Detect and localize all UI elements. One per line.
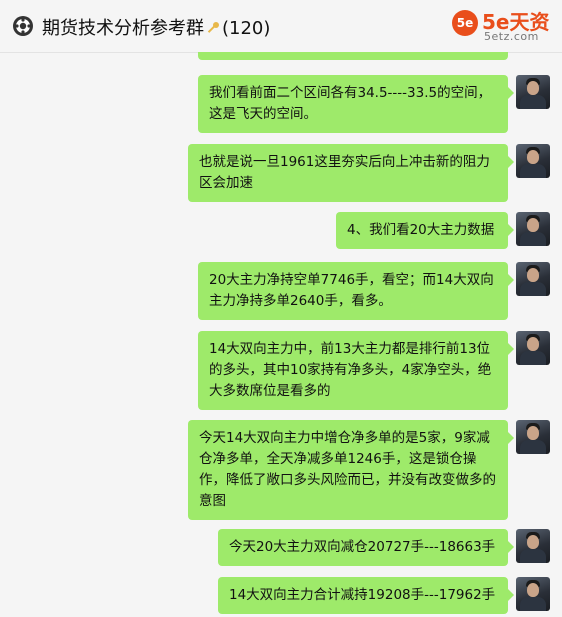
chat-title[interactable]: 期货技术分析参考群 (120) <box>42 14 270 40</box>
previous-message-bubble-partial <box>198 52 508 60</box>
logo-badge: 5e <box>452 10 478 36</box>
logo-domain: 5etz.com <box>484 30 539 43</box>
avatar[interactable] <box>516 212 550 246</box>
message-text: 14大双向主力合计减持19208手---17962手 <box>229 587 496 603</box>
message-bubble[interactable]: 14大双向主力中，前13大主力都是排行前13位的多头，其中10家持有净多头，4家… <box>198 331 514 410</box>
avatar[interactable] <box>516 331 550 365</box>
group-name: 期货技术分析参考群 <box>42 18 204 39</box>
message-bubble[interactable]: 20大主力净持空单7746手，看空；而14大双向主力净持多单2640手，看多。 <box>198 262 514 320</box>
message-bubble[interactable]: 今天20大主力双向减仓20727手---18663手 <box>218 529 514 566</box>
message-text: 4、我们看20大主力数据 <box>347 222 495 238</box>
avatar[interactable] <box>516 529 550 563</box>
avatar[interactable] <box>516 577 550 611</box>
message-bubble[interactable]: 4、我们看20大主力数据 <box>336 212 514 249</box>
message-text: 今天20大主力双向减仓20727手---18663手 <box>229 539 496 555</box>
message-bubble[interactable]: 也就是说一旦1961这里夯实后向上冲击新的阻力区会加速 <box>188 144 514 202</box>
avatar[interactable] <box>516 262 550 296</box>
message-text: 也就是说一旦1961这里夯实后向上冲击新的阻力区会加速 <box>199 154 490 191</box>
message-text: 20大主力净持空单7746手，看空；而14大双向主力净持多单2640手，看多。 <box>209 272 494 309</box>
gear-group-icon[interactable] <box>12 15 34 37</box>
key-icon <box>206 18 220 39</box>
message-bubble[interactable]: 14大双向主力合计减持19208手---17962手 <box>218 577 514 614</box>
message-bubble[interactable]: 我们看前面二个区间各有34.5----33.5的空间，这是飞天的空间。 <box>198 75 514 133</box>
chat-header: 期货技术分析参考群 (120) 5e 5e天资 5etz.com <box>0 0 562 53</box>
avatar[interactable] <box>516 75 550 109</box>
message-text: 14大双向主力中，前13大主力都是排行前13位的多头，其中10家持有净多头，4家… <box>209 341 492 399</box>
avatar[interactable] <box>516 420 550 454</box>
site-watermark-logo: 5e 5e天资 5etz.com <box>452 6 560 46</box>
message-text: 我们看前面二个区间各有34.5----33.5的空间，这是飞天的空间。 <box>209 85 492 122</box>
message-text: 今天14大双向主力中增仓净多单的是5家，9家减仓净多单，全天净减多单1246手，… <box>199 430 496 509</box>
message-bubble[interactable]: 今天14大双向主力中增仓净多单的是5家，9家减仓净多单，全天净减多单1246手，… <box>188 420 514 520</box>
member-count: (120) <box>222 18 271 39</box>
avatar[interactable] <box>516 144 550 178</box>
